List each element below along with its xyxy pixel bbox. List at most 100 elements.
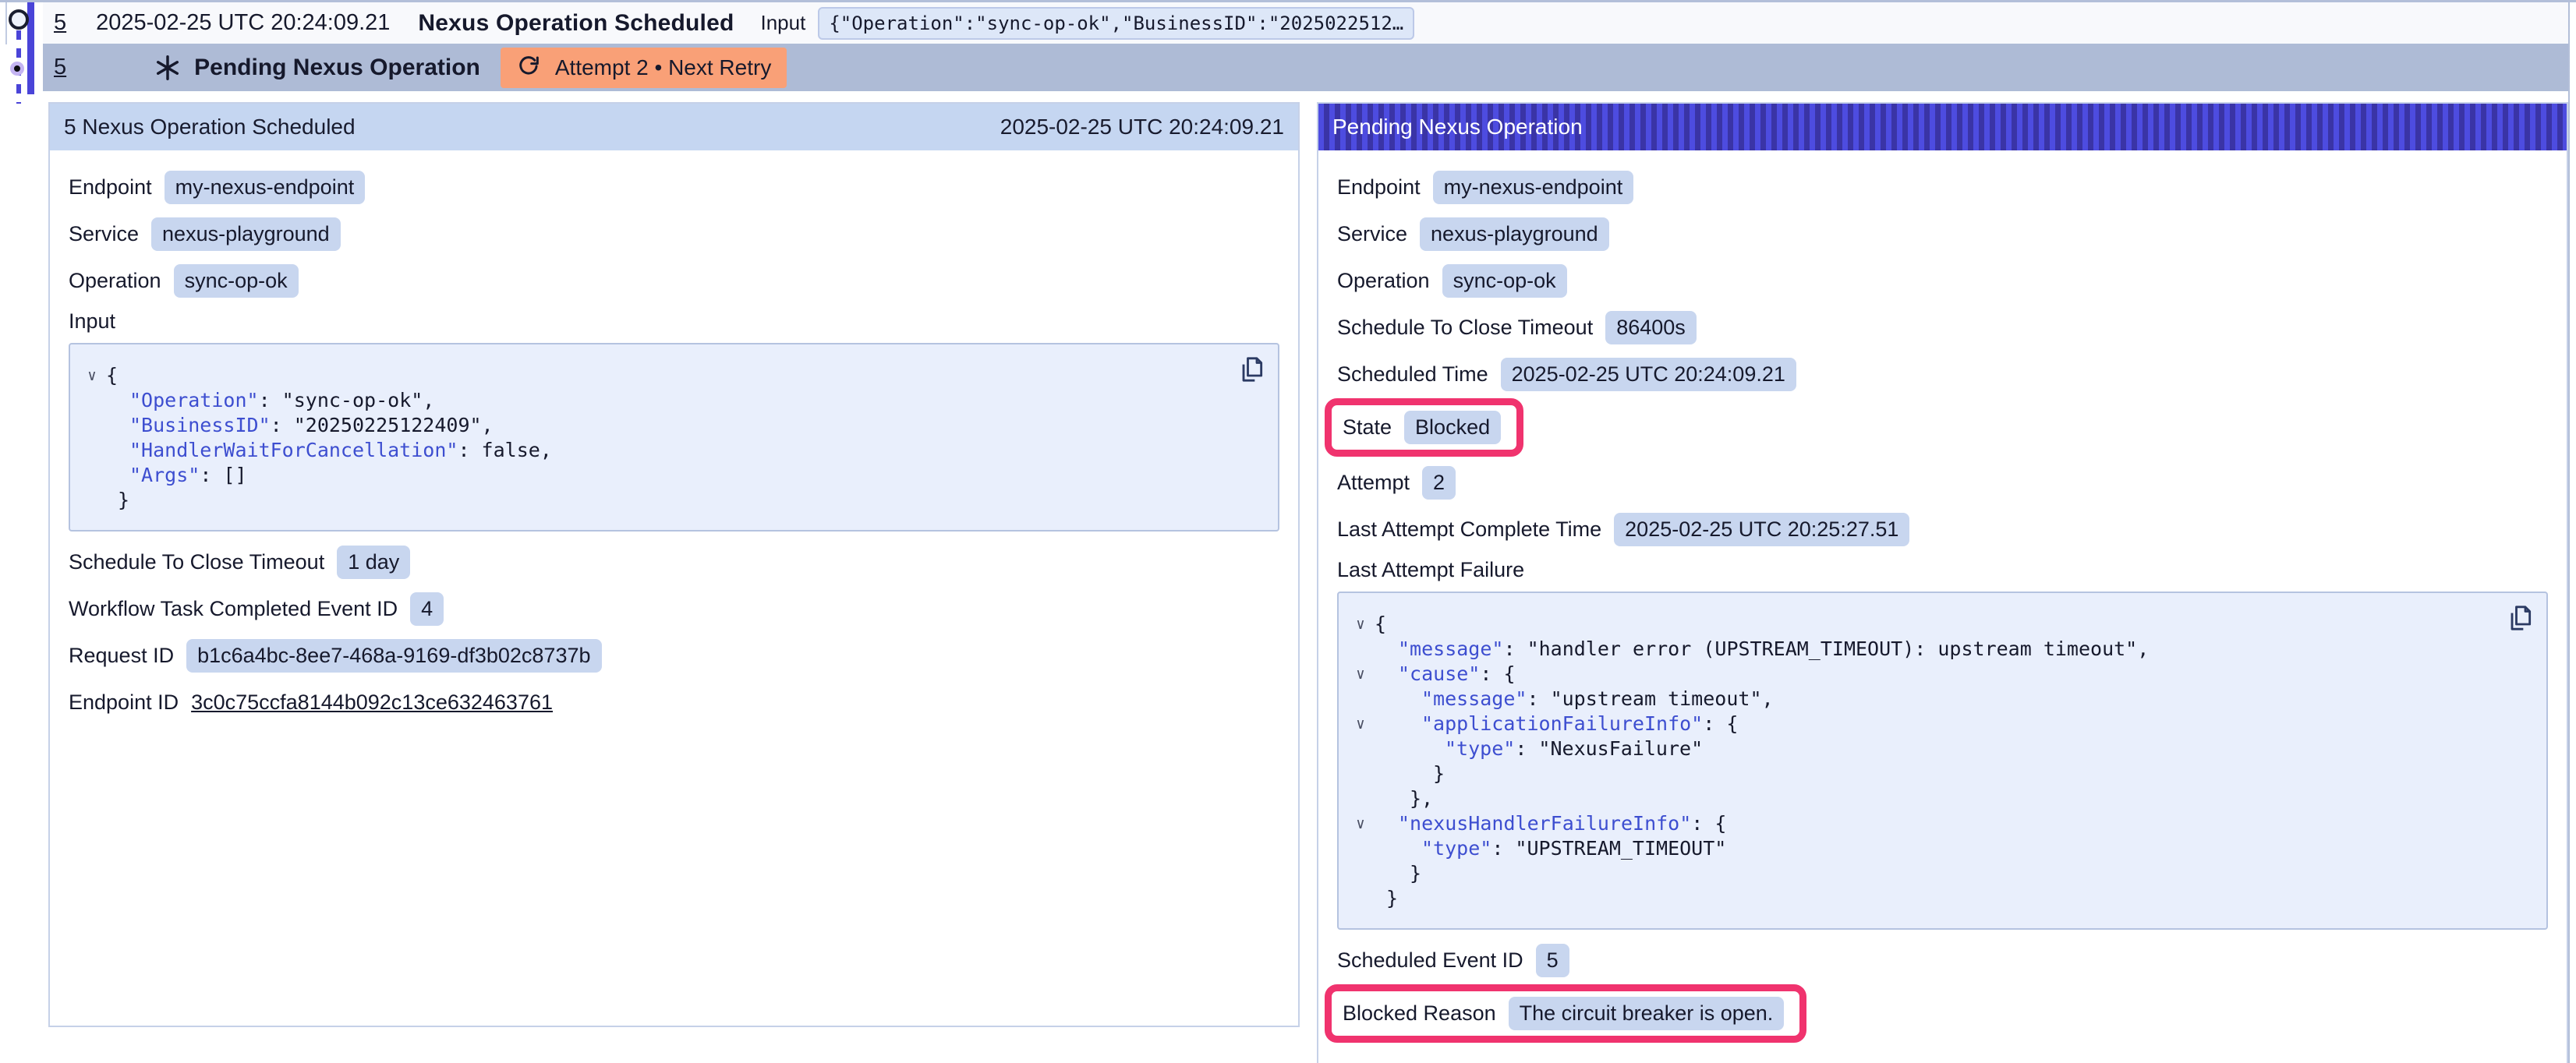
panel-timestamp: 2025-02-25 UTC 20:24:09.21 <box>1000 115 1284 139</box>
json-line: "HandlerWaitForCancellation": false, <box>78 438 1262 463</box>
chevron-down-icon[interactable]: ∨ <box>1346 612 1375 637</box>
pending-operation-title: Pending Nexus Operation <box>194 55 480 81</box>
temporal-event-history-screen: 5 2025-02-25 UTC 20:24:09.21 Nexus Opera… <box>0 0 2576 1063</box>
retry-status-badge: Attempt 2 • Next Retry <box>501 48 787 88</box>
json-gutter <box>1346 861 1375 886</box>
field-label: Request ID <box>69 644 174 668</box>
json-gutter <box>1346 687 1375 712</box>
field-value-badge: sync-op-ok <box>1442 264 1567 298</box>
panel-title: Pending Nexus Operation <box>1332 115 1583 139</box>
pending-event-id-link[interactable]: 5 <box>54 55 66 80</box>
field-label: Operation <box>69 269 161 293</box>
event-rows: 5 2025-02-25 UTC 20:24:09.21 Nexus Opera… <box>43 2 2568 91</box>
json-gutter <box>78 488 106 513</box>
event-summary-row[interactable]: 5 2025-02-25 UTC 20:24:09.21 Nexus Opera… <box>43 2 2568 44</box>
field-label: State <box>1343 415 1392 440</box>
field-label: Schedule To Close Timeout <box>1337 316 1593 340</box>
retry-badge-label: Attempt 2 • Next Retry <box>555 55 771 80</box>
json-gutter <box>78 463 106 488</box>
field-value-badge: nexus-playground <box>1420 217 1609 251</box>
field-label: Scheduled Event ID <box>1337 948 1523 973</box>
asterisk-icon <box>154 54 182 82</box>
chevron-down-icon[interactable]: ∨ <box>78 363 106 388</box>
json-gutter <box>1346 736 1375 761</box>
json-gutter <box>1346 761 1375 786</box>
chevron-down-icon[interactable]: ∨ <box>1346 712 1375 736</box>
json-line: ∨{ <box>1346 612 2531 637</box>
event-timestamp: 2025-02-25 UTC 20:24:09.21 <box>96 10 390 36</box>
scheduled-event-panel-body: Endpoint my-nexus-endpoint Service nexus-pl… <box>50 150 1298 747</box>
field-service: Service nexus-playground <box>69 216 1279 252</box>
json-line: } <box>1346 861 2531 886</box>
failure-section-label: Last Attempt Failure <box>1337 558 2548 582</box>
field-label: Endpoint ID <box>69 690 179 715</box>
pending-operation-row[interactable]: 5 Pending Nexus Operation Attempt 2 • Ne… <box>43 44 2568 91</box>
highlighted-field-state: State Blocked <box>1325 398 1523 457</box>
field-label: Schedule To Close Timeout <box>69 550 324 574</box>
field-value-badge: 5 <box>1536 944 1569 977</box>
json-line: "Args": [] <box>78 463 1262 488</box>
highlighted-field-blocked-reason: Blocked Reason The circuit breaker is ope… <box>1325 984 1806 1043</box>
field-endpoint: Endpoint my-nexus-endpoint <box>1337 169 2548 205</box>
timeline-left-divider <box>5 2 7 44</box>
json-line: ∨"applicationFailureInfo": { <box>1346 712 2531 736</box>
field-value-badge: 2 <box>1422 466 1456 500</box>
json-line: ∨"cause": { <box>1346 662 2531 687</box>
json-gutter <box>1346 836 1375 861</box>
json-line: ∨"nexusHandlerFailureInfo": { <box>1346 811 2531 836</box>
field-attempt: Attempt 2 <box>1337 464 2548 500</box>
chevron-down-icon[interactable]: ∨ <box>1346 662 1375 687</box>
failure-json-viewer: ∨{"message": "handler error (UPSTREAM_TI… <box>1337 592 2548 930</box>
json-gutter <box>78 438 106 463</box>
field-value-badge: b1c6a4bc-8ee7-468a-9169-df3b02c8737b <box>186 639 601 673</box>
json-line: ∨{ <box>78 363 1262 388</box>
field-value-badge: sync-op-ok <box>174 264 299 298</box>
outer-right-border <box>2568 2 2570 1063</box>
field-endpoint: Endpoint my-nexus-endpoint <box>69 169 1279 205</box>
field-label: Attempt <box>1337 471 1410 495</box>
json-line: } <box>78 488 1262 513</box>
field-value-badge: 86400s <box>1605 311 1697 344</box>
field-endpoint-id: Endpoint ID 3c0c75ccfa8144b092c13ce632463… <box>69 684 1279 720</box>
field-schedule-to-close-timeout: Schedule To Close Timeout 1 day <box>69 544 1279 580</box>
json-line: "BusinessID": "20250225122409", <box>78 413 1262 438</box>
field-value-badge: 1 day <box>337 546 410 579</box>
input-section-label: Input <box>69 309 1279 334</box>
field-label: Service <box>69 222 139 246</box>
field-label: Operation <box>1337 269 1430 293</box>
field-value-badge: my-nexus-endpoint <box>1433 171 1634 204</box>
field-label: Endpoint <box>1337 175 1421 200</box>
field-value-badge: The circuit breaker is open. <box>1509 997 1785 1030</box>
field-label: Blocked Reason <box>1343 1001 1496 1026</box>
field-value-badge: my-nexus-endpoint <box>165 171 366 204</box>
field-scheduled-time: Scheduled Time2025-02-25 UTC 20:24:09.21 <box>1337 356 2548 392</box>
json-line: } <box>1346 761 2531 786</box>
pending-marker-circle-filled-icon <box>10 62 24 76</box>
field-request-id: Request ID b1c6a4bc-8ee7-468a-9169-df3b02… <box>69 637 1279 673</box>
field-operation: Operation sync-op-ok <box>69 263 1279 298</box>
field-value-link[interactable]: 3c0c75ccfa8144b092c13ce632463761 <box>191 690 553 715</box>
json-gutter <box>78 413 106 438</box>
event-marker-circle-outline-icon <box>9 9 29 30</box>
json-gutter <box>1346 886 1375 911</box>
scheduled-event-panel-header: 5 Nexus Operation Scheduled 2025-02-25 U… <box>50 104 1298 150</box>
input-json-viewer: ∨{"Operation": "sync-op-ok","BusinessID"… <box>69 343 1279 532</box>
json-gutter <box>1346 637 1375 662</box>
event-timeline <box>0 2 43 127</box>
chevron-down-icon[interactable]: ∨ <box>1346 811 1375 836</box>
field-service: Servicenexus-playground <box>1337 216 2548 252</box>
field-value-badge: 4 <box>410 592 444 626</box>
field-value-badge: Blocked <box>1404 411 1501 444</box>
field-value-badge: nexus-playground <box>151 217 341 251</box>
pending-operation-panel-body: Endpoint my-nexus-endpoint Servicenexus-pl… <box>1318 150 2567 1063</box>
json-line: }, <box>1346 786 2531 811</box>
json-line: "type": "NexusFailure" <box>1346 736 2531 761</box>
field-label: Endpoint <box>69 175 152 200</box>
event-id-link[interactable]: 5 <box>54 10 66 36</box>
copy-icon[interactable] <box>1236 354 1267 385</box>
event-input-preview-badge: {"Operation":"sync-op-ok","BusinessID":"… <box>818 7 1414 40</box>
copy-icon[interactable] <box>2504 602 2535 634</box>
field-schedule-to-close-timeout: Schedule To Close Timeout 86400s <box>1337 309 2548 345</box>
field-value-badge: 2025-02-25 UTC 20:24:09.21 <box>1501 358 1796 391</box>
field-label: Last Attempt Complete Time <box>1337 517 1601 542</box>
